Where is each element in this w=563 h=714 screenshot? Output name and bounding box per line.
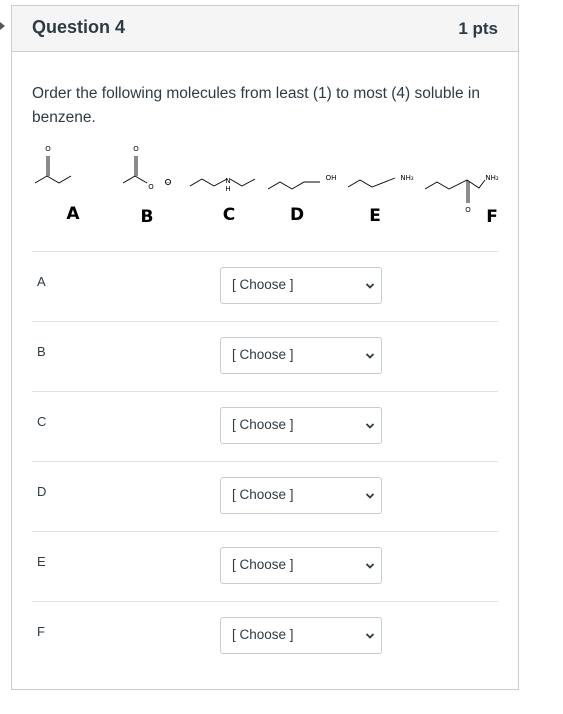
molecule-e-amine: NH₂ bbox=[400, 174, 414, 182]
molecule-b-structure bbox=[122, 156, 172, 186]
answer-label: A bbox=[37, 274, 46, 289]
answer-row-f: F [ Choose ] bbox=[32, 601, 498, 672]
chevron-down-icon bbox=[365, 423, 375, 429]
molecule-f-amine: NH₂ bbox=[485, 174, 499, 182]
answer-row-c: C [ Choose ] bbox=[32, 391, 498, 462]
answer-label: C bbox=[37, 414, 47, 429]
select-value: [ Choose ] bbox=[232, 347, 294, 362]
molecule-label-f: F bbox=[486, 207, 498, 227]
molecule-d-structure bbox=[267, 181, 320, 190]
molecule-c-nitrogen: N bbox=[225, 177, 230, 185]
chevron-down-icon bbox=[365, 493, 375, 499]
molecule-c-hydrogen: H bbox=[225, 185, 230, 193]
molecule-label-e: E bbox=[369, 206, 381, 226]
answer-select-b[interactable]: [ Choose ] bbox=[220, 337, 382, 374]
molecule-label-b: B bbox=[141, 207, 154, 227]
answer-row-b: B [ Choose ] bbox=[32, 321, 498, 392]
chevron-down-icon bbox=[365, 283, 375, 289]
caret-right-icon bbox=[0, 22, 5, 30]
molecule-structures: O A O O − B N H C OH D NH₂ E NH₂ O F bbox=[34, 145, 499, 227]
question-prompt: Order the following molecules from least… bbox=[32, 85, 480, 126]
answer-select-a[interactable]: [ Choose ] bbox=[220, 267, 382, 304]
select-value: [ Choose ] bbox=[232, 627, 294, 642]
molecule-b-oxygen-top: O bbox=[133, 145, 139, 153]
answer-select-f[interactable]: [ Choose ] bbox=[220, 617, 382, 654]
molecule-a-structure bbox=[34, 156, 72, 184]
molecule-f-structure bbox=[424, 179, 486, 203]
chevron-down-icon bbox=[365, 633, 375, 639]
answer-label: F bbox=[37, 624, 45, 639]
select-value: [ Choose ] bbox=[232, 417, 294, 432]
molecule-a-oxygen: O bbox=[45, 145, 51, 153]
molecule-b-oxygen-anion: O bbox=[148, 183, 154, 191]
select-value: [ Choose ] bbox=[232, 557, 294, 572]
chevron-down-icon bbox=[365, 353, 375, 359]
question-title: Question 4 bbox=[32, 17, 126, 37]
molecule-e-structure bbox=[347, 177, 396, 188]
molecule-label-c: C bbox=[223, 205, 235, 225]
answer-row-a: A [ Choose ] bbox=[32, 251, 498, 322]
answer-select-d[interactable]: [ Choose ] bbox=[220, 477, 382, 514]
molecule-d-hydroxyl: OH bbox=[326, 174, 337, 182]
molecule-label-d: D bbox=[290, 205, 304, 225]
answer-label: E bbox=[37, 554, 46, 569]
molecule-f-oxygen: O bbox=[465, 206, 471, 214]
molecule-c-structure bbox=[189, 178, 256, 187]
answer-select-c[interactable]: [ Choose ] bbox=[220, 407, 382, 444]
answer-label: B bbox=[37, 344, 46, 359]
question-points: 1 pts bbox=[458, 19, 498, 38]
question-header: Question 4 1 pts bbox=[12, 6, 518, 52]
molecule-label-a: A bbox=[66, 204, 80, 224]
select-value: [ Choose ] bbox=[232, 277, 294, 292]
question-card: Question 4 1 pts Order the following mol… bbox=[11, 5, 519, 690]
answer-row-d: D [ Choose ] bbox=[32, 461, 498, 532]
answer-label: D bbox=[37, 484, 47, 499]
molecule-b-minus: − bbox=[166, 180, 170, 186]
answer-select-e[interactable]: [ Choose ] bbox=[220, 547, 382, 584]
chevron-down-icon bbox=[365, 563, 375, 569]
answer-row-e: E [ Choose ] bbox=[32, 531, 498, 602]
select-value: [ Choose ] bbox=[232, 487, 294, 502]
